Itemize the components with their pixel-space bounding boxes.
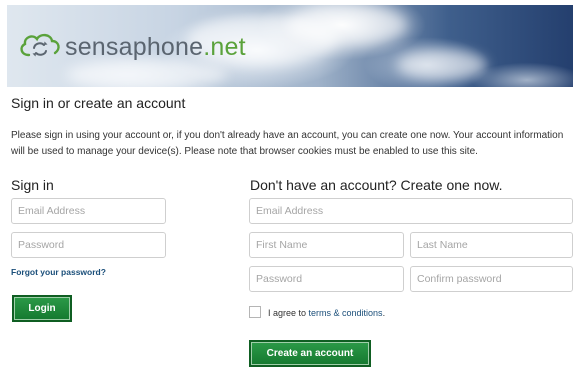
login-button[interactable]: Login — [12, 295, 72, 322]
header-banner: sensaphone.net — [7, 5, 573, 87]
create-password-input[interactable] — [249, 266, 404, 292]
signin-title: Sign in — [11, 177, 54, 193]
create-email-input[interactable] — [249, 198, 573, 224]
signin-email-input[interactable] — [11, 198, 166, 224]
confirm-password-input[interactable] — [410, 266, 573, 292]
terms-link[interactable]: terms & conditions — [309, 308, 383, 318]
sensaphone-logo[interactable]: sensaphone.net — [17, 30, 246, 64]
page: sensaphone.net Sign in or create an acco… — [0, 0, 574, 367]
agree-suffix: . — [382, 308, 386, 318]
last-name-input[interactable] — [410, 232, 573, 258]
agree-prefix: I agree to — [268, 308, 309, 318]
intro-text: Please sign in using your account or, if… — [11, 130, 564, 157]
create-account-button[interactable]: Create an account — [249, 340, 371, 367]
create-account-title: Don't have an account? Create one now. — [250, 177, 503, 193]
first-name-input[interactable] — [249, 232, 404, 258]
cloud-arrows-icon — [17, 29, 63, 66]
forgot-password-link[interactable]: Forgot your password? — [11, 267, 106, 277]
page-title: Sign in or create an account — [11, 95, 186, 111]
terms-checkbox[interactable] — [249, 306, 261, 318]
signin-password-input[interactable] — [11, 232, 166, 258]
terms-agreement: I agree to terms & conditions. — [268, 308, 385, 318]
logo-wordmark: sensaphone.net — [65, 32, 246, 61]
